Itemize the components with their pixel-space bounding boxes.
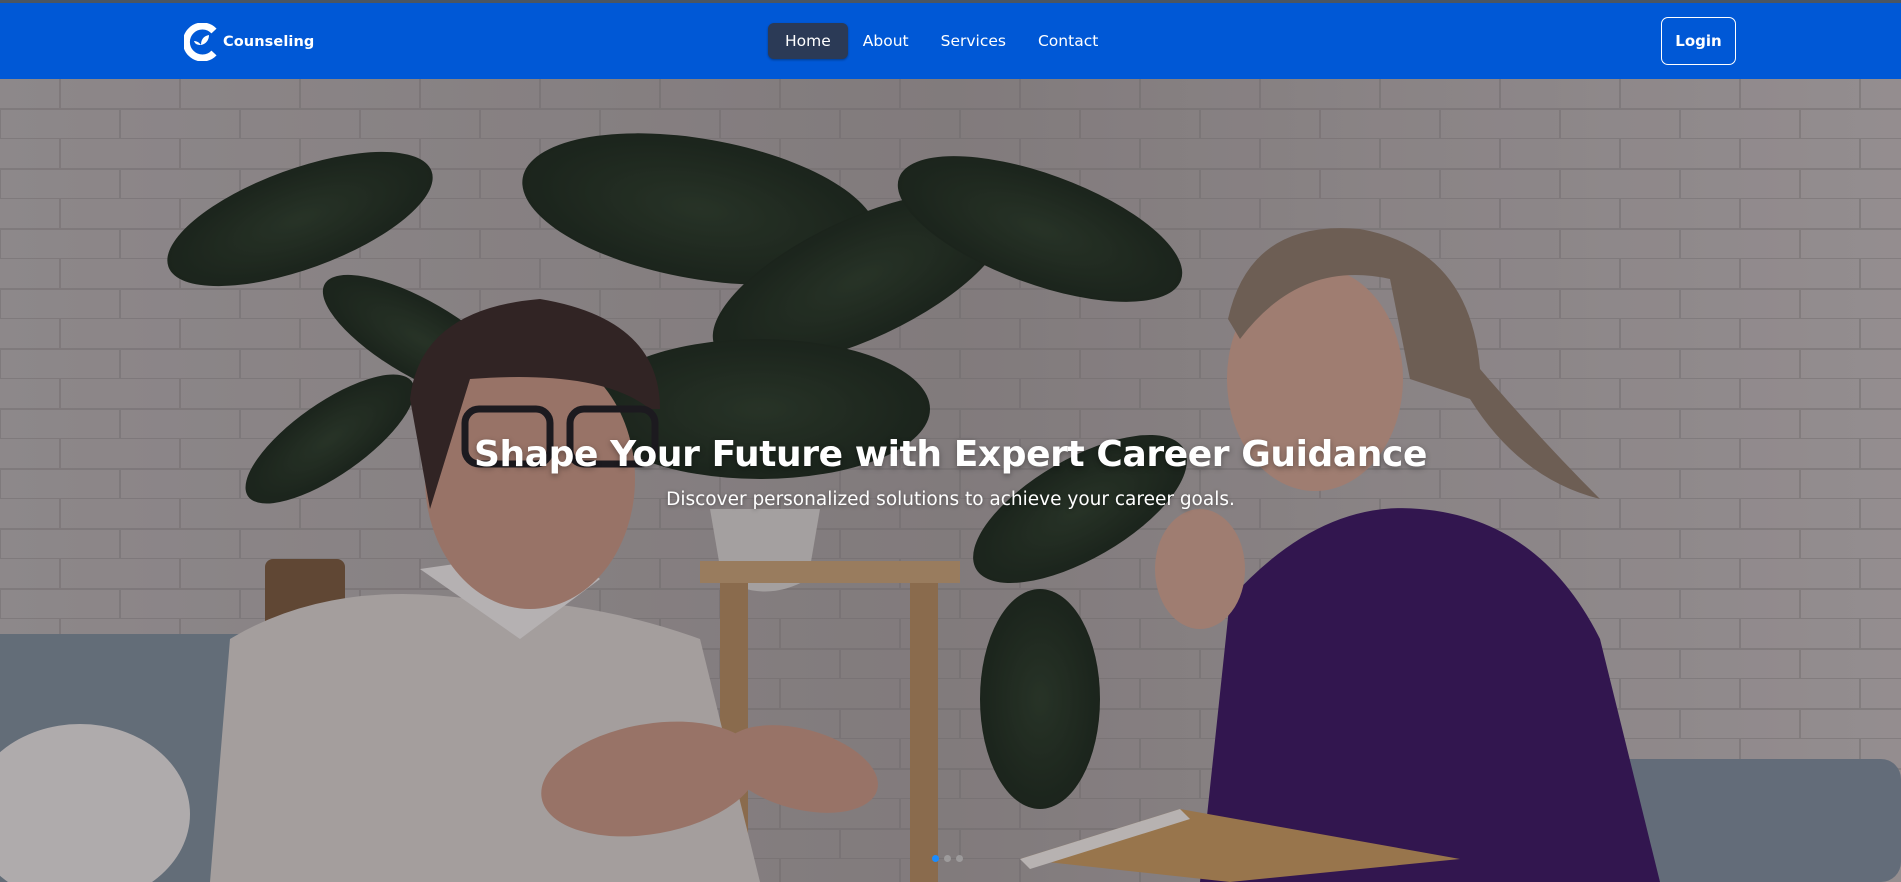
carousel-indicators	[932, 855, 963, 862]
login-button[interactable]: Login	[1661, 17, 1736, 65]
hero-caption: Shape Your Future with Expert Career Gui…	[0, 434, 1901, 510]
brand-name: Counseling	[223, 34, 315, 50]
leaf-c-logo-icon	[184, 23, 217, 61]
navbar: Counseling Home About Services Contact L…	[0, 3, 1901, 79]
carousel-dot-2[interactable]	[944, 855, 951, 862]
nav-link-contact[interactable]: Contact	[1022, 23, 1114, 59]
nav-link-services[interactable]: Services	[925, 23, 1022, 59]
brand-link[interactable]: Counseling	[184, 22, 314, 62]
main-nav: Home About Services Contact	[768, 23, 1114, 59]
hero-carousel: Shape Your Future with Expert Career Gui…	[0, 79, 1901, 882]
carousel-dot-1[interactable]	[932, 855, 939, 862]
hero-title: Shape Your Future with Expert Career Gui…	[474, 434, 1427, 475]
hero-subtitle: Discover personalized solutions to achie…	[666, 489, 1235, 510]
carousel-dot-3[interactable]	[956, 855, 963, 862]
nav-link-home[interactable]: Home	[768, 23, 848, 59]
nav-link-about[interactable]: About	[847, 23, 925, 59]
